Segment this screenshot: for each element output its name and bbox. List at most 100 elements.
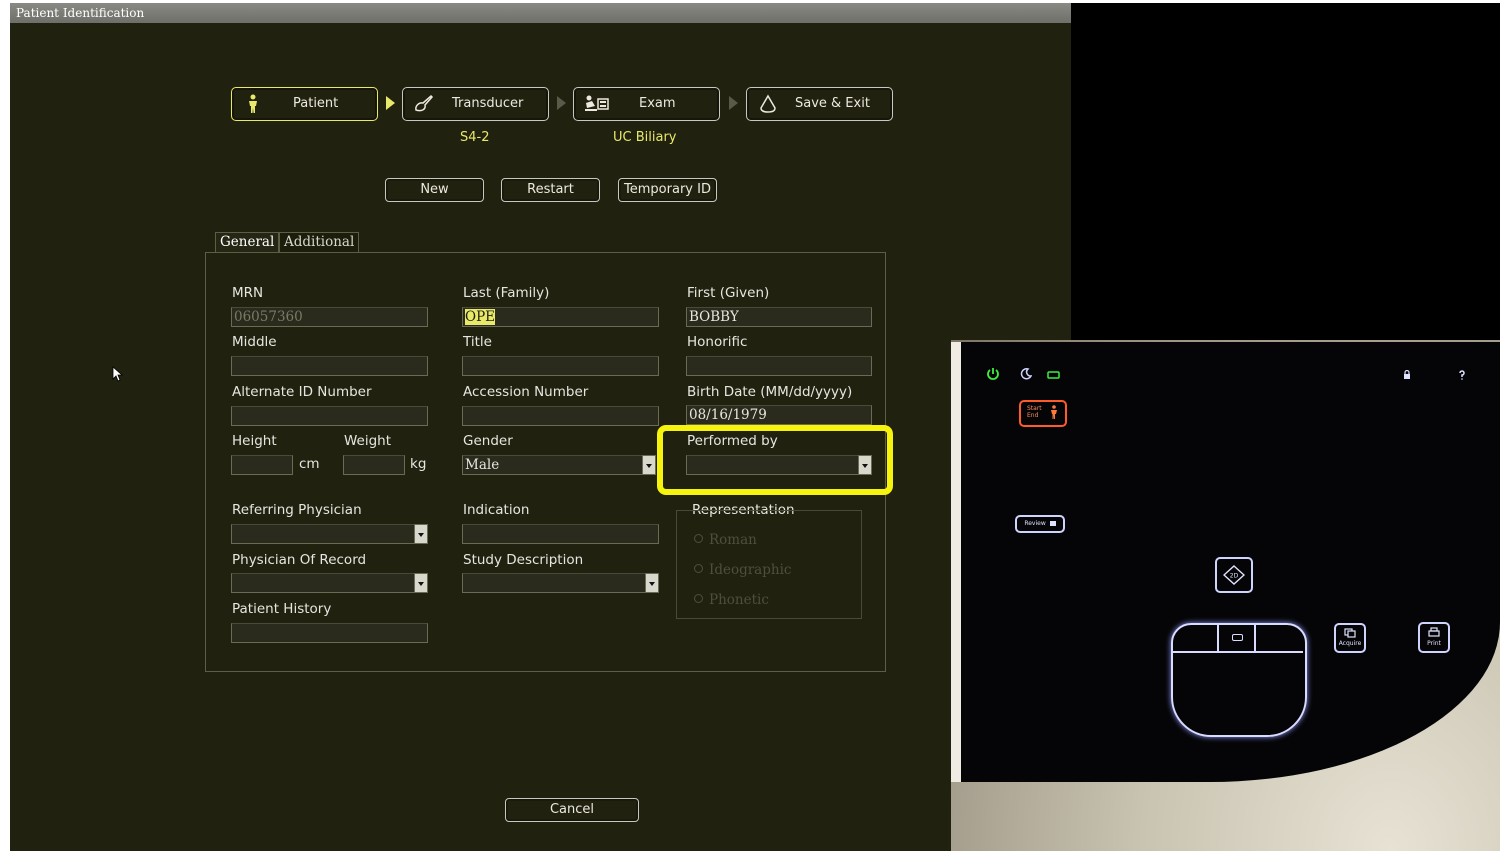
mode-2d-icon: 2D	[1223, 565, 1245, 585]
droplet-icon	[760, 94, 776, 113]
middle-label: Middle	[232, 334, 277, 350]
height-field[interactable]	[231, 455, 293, 475]
physician-of-record-label: Physician Of Record	[232, 552, 367, 568]
gender-label: Gender	[463, 433, 513, 449]
help-icon	[1459, 370, 1465, 380]
step-arrow-2	[557, 96, 566, 110]
battery-icon	[1047, 371, 1060, 379]
trackpad-divider	[1254, 625, 1256, 651]
transducer-icon	[415, 94, 434, 112]
patient-history-field[interactable]	[231, 623, 428, 643]
left-edge	[0, 0, 10, 851]
step-patient-label: Patient	[293, 96, 339, 111]
indication-field[interactable]	[462, 524, 659, 544]
mrn-label: MRN	[232, 285, 264, 301]
step-save-exit-label: Save & Exit	[795, 96, 870, 111]
weight-unit: kg	[410, 456, 427, 472]
window-title: Patient Identification	[16, 6, 145, 20]
cancel-button[interactable]: Cancel	[505, 798, 639, 822]
print-button[interactable]: Print	[1418, 622, 1450, 653]
person-icon	[249, 94, 257, 113]
new-button[interactable]: New	[385, 178, 484, 202]
start-end-button[interactable]: Start End	[1019, 400, 1067, 427]
print-label: Print	[1427, 640, 1441, 647]
step-transducer-label: Transducer	[452, 96, 524, 111]
last-name-label: Last (Family)	[463, 285, 550, 301]
middle-field[interactable]	[231, 356, 428, 376]
first-name-field[interactable]: BOBBY	[686, 307, 872, 327]
acquire-label: Acquire	[1338, 640, 1362, 647]
birth-date-label: Birth Date (MM/dd/yyyy)	[687, 384, 853, 400]
tab-general[interactable]: General	[215, 232, 280, 253]
step-exam-label: Exam	[639, 96, 676, 111]
control-panel-photo: Start End Review 2D Acquire Print	[951, 340, 1500, 851]
sleep-moon-icon	[1020, 368, 1032, 380]
video-black-area	[1071, 3, 1500, 340]
review-label: Review	[1024, 520, 1046, 527]
physician-of-record-select[interactable]	[231, 573, 428, 593]
last-name-value: OPE	[465, 309, 496, 325]
study-description-select[interactable]	[462, 573, 659, 593]
chevron-down-icon[interactable]	[414, 524, 428, 544]
title-field[interactable]	[462, 356, 659, 376]
trackpad-center-icon	[1232, 634, 1243, 641]
acquire-icon	[1344, 628, 1356, 638]
transducer-value: S4-2	[460, 130, 490, 145]
referring-physician-label: Referring Physician	[232, 502, 362, 518]
weight-field[interactable]	[343, 455, 405, 475]
review-icon	[1049, 521, 1056, 526]
acquire-button[interactable]: Acquire	[1334, 623, 1366, 653]
birth-date-field[interactable]: 08/16/1979	[686, 405, 872, 425]
radio-ideographic: Ideographic	[694, 562, 791, 578]
alternate-id-field[interactable]	[231, 406, 428, 426]
end-label: End	[1027, 412, 1039, 419]
referring-physician-select[interactable]	[231, 524, 428, 544]
exam-value: UC Biliary	[613, 130, 677, 145]
mouse-cursor-icon	[112, 366, 124, 382]
step-save-exit-button[interactable]: Save & Exit	[746, 87, 893, 121]
honorific-field[interactable]	[686, 356, 872, 376]
last-name-field[interactable]: OPE	[462, 307, 659, 327]
lock-icon	[1404, 370, 1410, 379]
review-button[interactable]: Review	[1015, 515, 1065, 533]
indication-label: Indication	[463, 502, 530, 518]
study-description-label: Study Description	[463, 552, 584, 568]
chevron-down-icon[interactable]	[645, 573, 659, 593]
height-unit: cm	[299, 456, 320, 472]
mrn-field: 06057360	[231, 307, 428, 327]
trackpad-divider	[1217, 625, 1219, 651]
honorific-label: Honorific	[687, 334, 748, 350]
tab-additional[interactable]: Additional	[279, 232, 360, 253]
patient-history-label: Patient History	[232, 601, 332, 617]
mode-2d-button[interactable]: 2D	[1215, 557, 1253, 593]
step-arrow-1	[386, 96, 395, 110]
printer-icon	[1428, 627, 1440, 637]
chevron-down-icon[interactable]	[642, 455, 656, 475]
gender-value: Male	[465, 457, 500, 473]
person-icon	[1051, 405, 1057, 419]
restart-button[interactable]: Restart	[501, 178, 600, 202]
start-label: Start	[1027, 405, 1042, 412]
step-arrow-3	[729, 96, 738, 110]
step-transducer-button[interactable]: Transducer	[402, 87, 549, 121]
title-bar: Patient Identification	[10, 3, 1071, 23]
step-patient-button[interactable]: Patient	[231, 87, 378, 121]
height-label: Height	[232, 433, 277, 449]
alternate-id-label: Alternate ID Number	[232, 384, 372, 400]
exam-icon	[585, 95, 609, 111]
mode-2d-label: 2D	[1230, 573, 1239, 580]
accession-field[interactable]	[462, 406, 659, 426]
temporary-id-button[interactable]: Temporary ID	[618, 178, 717, 202]
performed-by-highlight	[657, 425, 893, 495]
step-exam-button[interactable]: Exam	[573, 87, 720, 121]
radio-phonetic: Phonetic	[694, 592, 769, 608]
title-label: Title	[463, 334, 492, 350]
first-name-label: First (Given)	[687, 285, 770, 301]
representation-group: Roman Ideographic Phonetic	[676, 510, 862, 619]
accession-label: Accession Number	[463, 384, 589, 400]
chevron-down-icon[interactable]	[414, 573, 428, 593]
power-icon	[987, 368, 999, 380]
weight-label: Weight	[344, 433, 392, 449]
gender-select[interactable]: Male	[462, 455, 656, 475]
radio-roman: Roman	[694, 532, 757, 548]
